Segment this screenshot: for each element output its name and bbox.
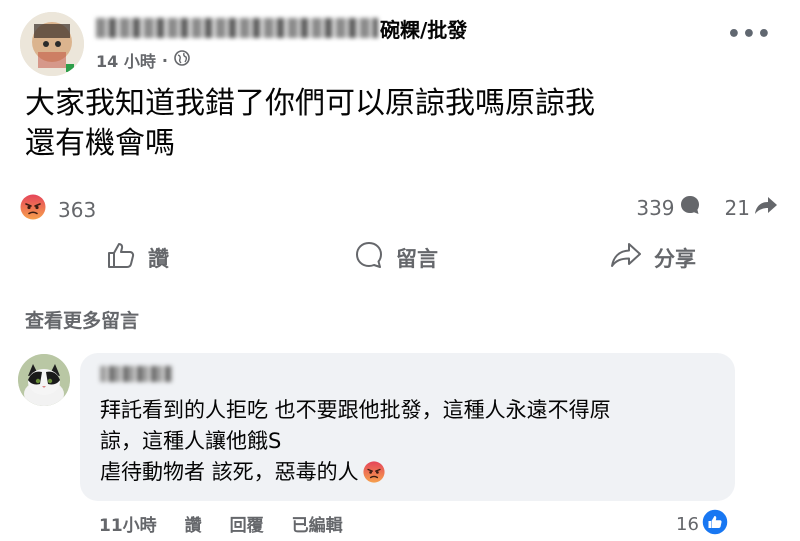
comment-time[interactable]: 11小時 [99, 511, 157, 536]
engagement-counts: 339 21 [612, 194, 778, 221]
thumbs-up-icon [106, 240, 148, 275]
angry-emoji-icon [20, 194, 46, 225]
share-button[interactable]: 分享 [610, 240, 696, 275]
angry-emoji-icon [363, 461, 385, 483]
share-count: 21 [724, 195, 750, 220]
reaction-count: 363 [58, 197, 97, 222]
comment-text: 拜託看到的人拒吃 也不要跟他批發，這種人永遠不得原 諒，這種人讓他餓S 虐待動物… [100, 395, 720, 488]
comment-text-line: 拜託看到的人拒吃 也不要跟他批發，這種人永遠不得原 [100, 398, 611, 422]
comment-edited-label[interactable]: 已編輯 [292, 511, 343, 536]
post-text: 大家我知道我錯了你們可以原諒我嗎原諒我 還有機會嗎 [25, 84, 775, 164]
blurred-commenter-name[interactable] [100, 366, 172, 382]
comment-reply-button[interactable]: 回覆 [230, 511, 264, 536]
comment-like-count: 16 [676, 514, 699, 535]
comment-bubble-icon [675, 194, 701, 221]
comment-count-group[interactable]: 339 [636, 194, 700, 221]
comment-icon [354, 240, 396, 275]
like-badge-icon [699, 508, 729, 541]
comment-text-line-with-emoji: 虐待動物者 該死，惡毒的人 [100, 457, 720, 488]
share-count-group[interactable]: 21 [725, 194, 778, 221]
page-avatar[interactable] [20, 12, 84, 76]
share-icon [610, 240, 654, 275]
share-label: 分享 [654, 246, 696, 271]
commenter-avatar[interactable] [18, 354, 70, 406]
comment-like-button[interactable]: 讚 [185, 511, 202, 536]
comment-text-line: 虐待動物者 該死，惡毒的人 [100, 460, 359, 484]
comment-text-line: 諒，這種人讓他餓S [100, 429, 282, 453]
comment-meta: 11小時 讚 回覆 已編輯 [99, 511, 371, 536]
post-action-bar: 讚 留言 分享 [0, 240, 800, 288]
comment-likes[interactable]: 16 [676, 508, 729, 541]
comment-count: 339 [636, 195, 675, 220]
post-text-line: 大家我知道我錯了你們可以原諒我嗎原諒我 [25, 86, 595, 121]
more-options-icon[interactable]: ••• [727, 22, 772, 47]
page-name[interactable]: 碗粿/批發 [96, 14, 467, 43]
post-meta: 14 小時 · [96, 48, 190, 72]
globe-icon [174, 50, 190, 70]
reaction-summary[interactable]: 363 [20, 194, 96, 225]
comment-label: 留言 [396, 246, 438, 271]
like-button[interactable]: 讚 [106, 240, 169, 275]
post-time[interactable]: 14 小時 [96, 48, 156, 72]
view-more-comments-link[interactable]: 查看更多留言 [25, 306, 139, 333]
separator-dot: · [161, 50, 168, 70]
page-name-suffix[interactable]: 碗粿/批發 [380, 14, 467, 43]
share-arrow-icon [750, 194, 778, 221]
post-text-line: 還有機會嗎 [25, 126, 175, 161]
blurred-page-name [96, 18, 378, 38]
comment-button[interactable]: 留言 [354, 240, 438, 275]
like-label: 讚 [148, 246, 169, 271]
